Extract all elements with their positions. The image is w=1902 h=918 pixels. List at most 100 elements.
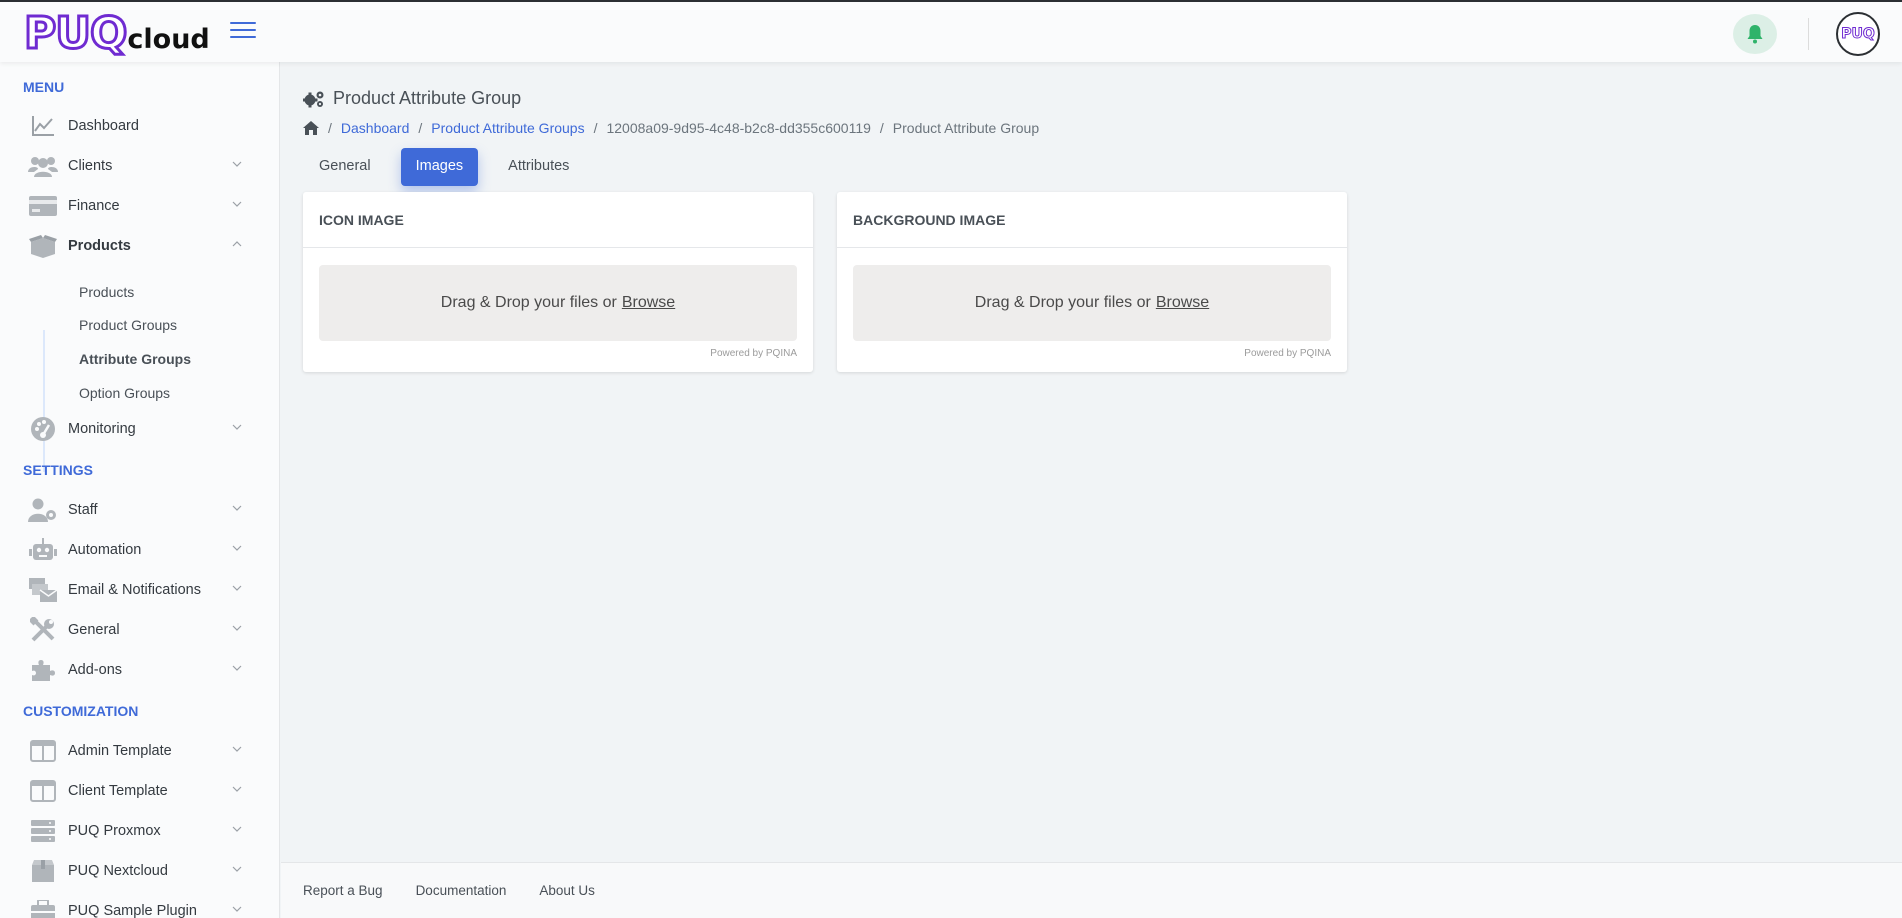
user-avatar[interactable]: PUQ: [1836, 12, 1880, 56]
sidebar-item-label: Add-ons: [68, 662, 123, 678]
dropzone-text: Drag & Drop your files or: [440, 294, 617, 311]
mail-bulk-icon: [28, 575, 58, 605]
logo[interactable]: PUQ cloud: [22, 8, 210, 59]
bell-icon: [1747, 25, 1763, 44]
cogs-icon: [303, 91, 324, 107]
dropzone-text: Drag & Drop your files or: [974, 294, 1151, 311]
top-bar: PUQ cloud PUQ: [0, 0, 1902, 62]
sidebar-item-puq-sample-plugin[interactable]: PUQ Sample Plugin: [28, 893, 248, 918]
chevron-down-icon: [232, 786, 242, 792]
chevron-down-icon: [232, 161, 242, 167]
sidebar-item-label: Clients: [68, 158, 113, 174]
sidebar-item-dashboard[interactable]: Dashboard: [28, 108, 248, 144]
background-image-dropzone[interactable]: Drag & Drop your files or Browse: [853, 265, 1331, 341]
chevron-down-icon: [232, 866, 242, 872]
home-icon[interactable]: [303, 121, 319, 135]
sidebar-item-addons[interactable]: Add-ons: [28, 652, 248, 688]
card-title: BACKGROUND IMAGE: [837, 192, 1347, 248]
sidebar-item-client-template[interactable]: Client Template: [28, 773, 248, 809]
logo-main: PUQ: [22, 8, 128, 59]
breadcrumb-id: 12008a09-9d95-4c48-b2c8-dd355c600119: [606, 120, 871, 136]
chevron-down-icon: [232, 906, 242, 912]
sidebar-subitem-product-groups[interactable]: Product Groups: [79, 317, 177, 333]
columns-icon: [28, 776, 58, 806]
sidebar-item-label: Email & Notifications: [68, 582, 201, 598]
box-icon: [28, 856, 58, 886]
powered-by-label[interactable]: Powered by PQINA: [710, 348, 797, 359]
users-cog-icon: [28, 495, 58, 525]
browse-link[interactable]: Browse: [622, 294, 675, 312]
header-divider: [1808, 18, 1809, 50]
users-icon: [28, 151, 58, 181]
sidebar-item-monitoring[interactable]: Monitoring: [28, 411, 248, 447]
notifications-button[interactable]: [1733, 14, 1777, 54]
footer-about[interactable]: About Us: [539, 883, 595, 898]
chevron-down-icon: [232, 665, 242, 671]
background-image-card: BACKGROUND IMAGE Drag & Drop your files …: [837, 192, 1347, 372]
main-content: Product Attribute Group / Dashboard / Pr…: [281, 62, 1902, 918]
chevron-down-icon: [232, 625, 242, 631]
breadcrumb: / Dashboard / Product Attribute Groups /…: [303, 120, 1039, 136]
chevron-down-icon: [232, 826, 242, 832]
sidebar-item-automation[interactable]: Automation: [28, 532, 248, 568]
sidebar-item-puq-proxmox[interactable]: PUQ Proxmox: [28, 813, 248, 849]
sidebar-item-products[interactable]: Products: [28, 228, 248, 264]
sidebar-item-general[interactable]: General: [28, 612, 248, 648]
gauge-icon: [28, 414, 58, 444]
credit-card-icon: [28, 191, 58, 221]
sidebar-item-staff[interactable]: Staff: [28, 492, 248, 528]
icon-image-dropzone[interactable]: Drag & Drop your files or Browse: [319, 265, 797, 341]
sidebar-item-puq-nextcloud[interactable]: PUQ Nextcloud: [28, 853, 248, 889]
sidebar-subitem-option-groups[interactable]: Option Groups: [79, 385, 170, 401]
sidebar-item-label: Admin Template: [68, 743, 172, 759]
sidebar-item-label: Client Template: [68, 783, 168, 799]
sidebar-item-clients[interactable]: Clients: [28, 148, 248, 184]
tab-attributes[interactable]: Attributes: [492, 148, 585, 186]
chevron-down-icon: [232, 424, 242, 430]
sidebar-item-label: PUQ Sample Plugin: [68, 903, 197, 918]
chevron-down-icon: [232, 505, 242, 511]
tab-bar: General Images Attributes: [303, 148, 599, 186]
tab-general[interactable]: General: [303, 148, 387, 186]
robot-icon: [28, 535, 58, 565]
card-title: ICON IMAGE: [303, 192, 813, 248]
sidebar-item-label: Dashboard: [68, 118, 139, 134]
chevron-down-icon: [232, 201, 242, 207]
page-title-text: Product Attribute Group: [333, 88, 522, 108]
puzzle-piece-icon: [28, 655, 58, 685]
section-menu: MENU: [23, 79, 65, 95]
footer-documentation[interactable]: Documentation: [416, 883, 507, 898]
sidebar-item-label: Products: [68, 238, 131, 254]
logo-sub: cloud: [127, 24, 210, 55]
footer: Report a Bug Documentation About Us: [281, 862, 1902, 918]
sidebar-item-label: PUQ Proxmox: [68, 823, 161, 839]
submenu-line: [43, 330, 45, 472]
breadcrumb-dashboard[interactable]: Dashboard: [341, 120, 410, 136]
hamburger-menu-icon[interactable]: [230, 22, 256, 42]
box-open-icon: [28, 231, 58, 261]
sidebar-subitem-attribute-groups[interactable]: Attribute Groups: [79, 351, 191, 367]
page-title: Product Attribute Group: [303, 88, 521, 109]
sidebar-item-label: Automation: [68, 542, 142, 558]
chevron-down-icon: [232, 545, 242, 551]
sidebar: MENU Dashboard Clients Finance Products …: [0, 62, 280, 918]
chevron-down-icon: [232, 746, 242, 752]
sidebar-item-label: Finance: [68, 198, 120, 214]
sidebar-item-admin-template[interactable]: Admin Template: [28, 733, 248, 769]
browse-link[interactable]: Browse: [1156, 294, 1209, 312]
sidebar-item-label: Monitoring: [68, 421, 136, 437]
breadcrumb-current: Product Attribute Group: [892, 120, 1040, 136]
sidebar-subitem-products[interactable]: Products: [79, 284, 134, 300]
sidebar-item-label: PUQ Nextcloud: [68, 863, 168, 879]
server-icon: [28, 816, 58, 846]
breadcrumb-attribute-groups[interactable]: Product Attribute Groups: [431, 120, 584, 136]
footer-report-bug[interactable]: Report a Bug: [303, 883, 383, 898]
powered-by-label[interactable]: Powered by PQINA: [1244, 348, 1331, 359]
sidebar-item-email-notifications[interactable]: Email & Notifications: [28, 572, 248, 608]
sidebar-item-label: Staff: [68, 502, 98, 518]
chevron-down-icon: [232, 585, 242, 591]
tab-images[interactable]: Images: [400, 148, 479, 186]
chevron-up-icon: [232, 241, 242, 247]
tools-icon: [28, 615, 58, 645]
sidebar-item-finance[interactable]: Finance: [28, 188, 248, 224]
